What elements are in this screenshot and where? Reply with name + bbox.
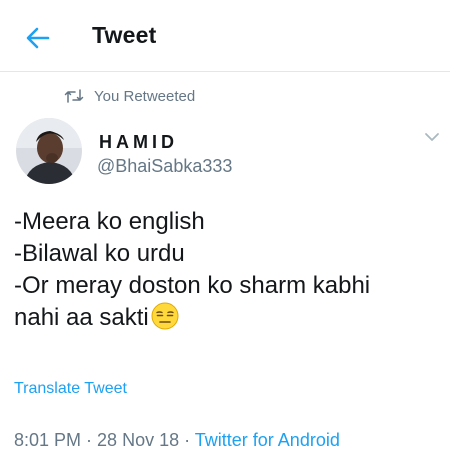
- author-name[interactable]: HAMID: [99, 132, 178, 153]
- profile-photo: [16, 118, 82, 184]
- tweet-date: 28 Nov 18: [97, 430, 180, 450]
- meta-separator: ·: [179, 430, 195, 450]
- back-arrow-icon[interactable]: [24, 24, 52, 52]
- author-handle[interactable]: @BhaiSabka333: [97, 156, 232, 177]
- chevron-down-icon[interactable]: [424, 131, 440, 143]
- tweet-line: -Meera ko english: [14, 208, 205, 235]
- tweet-line: -Bilawal ko urdu: [14, 240, 185, 267]
- retweet-context: You Retweeted: [64, 86, 195, 106]
- retweet-label: You Retweeted: [94, 87, 196, 105]
- tweet-text: -Meera ko english -Bilawal ko urdu -Or m…: [14, 206, 439, 334]
- page-title: Tweet: [92, 22, 157, 48]
- meta-separator: ·: [81, 430, 98, 450]
- tweet-meta: 8:01 PM · 28 Nov 18 · Twitter for Androi…: [14, 430, 340, 451]
- top-bar: Tweet: [0, 0, 450, 72]
- avatar[interactable]: [16, 118, 82, 184]
- tweet-source-link[interactable]: Twitter for Android: [195, 430, 340, 450]
- tweet-line: nahi aa sakti: [14, 304, 149, 331]
- expressionless-face-emoji-icon: [151, 302, 179, 330]
- tweet-time: 8:01 PM: [14, 430, 82, 450]
- tweet-line: -Or meray doston ko sharm kabhi: [14, 272, 371, 299]
- retweet-icon: [64, 89, 84, 103]
- tweet-line-last: nahi aa sakti: [14, 302, 439, 334]
- translate-tweet-link[interactable]: Translate Tweet: [14, 380, 127, 398]
